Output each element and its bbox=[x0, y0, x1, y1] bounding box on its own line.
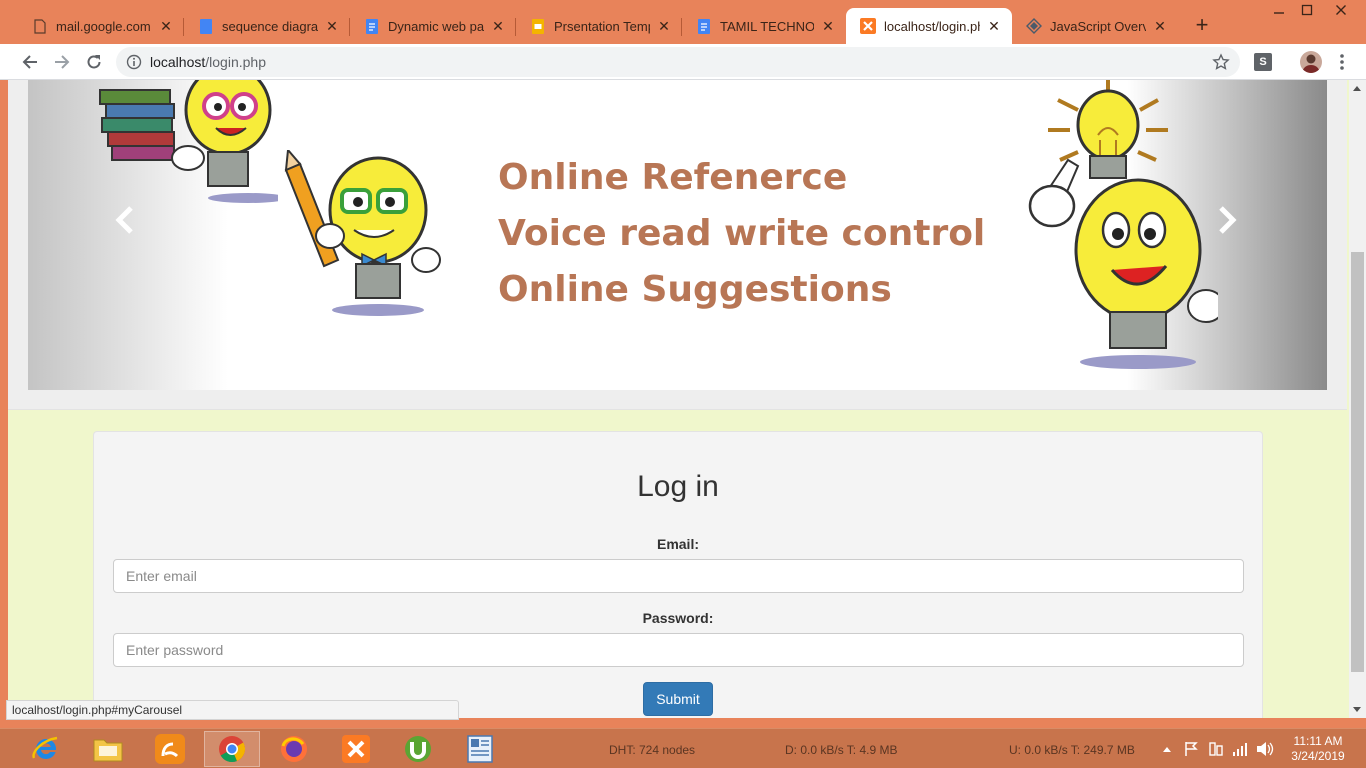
submit-button[interactable]: Submit bbox=[643, 682, 713, 716]
xampp-icon[interactable] bbox=[328, 731, 384, 767]
js-icon bbox=[1026, 18, 1042, 34]
caption-line-3: Online Suggestions bbox=[498, 269, 892, 310]
slides-icon bbox=[530, 18, 546, 34]
more-menu-icon[interactable] bbox=[1334, 52, 1350, 72]
bulb-idea-illustration bbox=[1028, 80, 1218, 369]
wordpad-icon[interactable] bbox=[452, 731, 508, 767]
tab-title: Prsentation Template bbox=[554, 18, 650, 34]
close-icon[interactable]: ✕ bbox=[656, 18, 672, 34]
utorrent-icon[interactable] bbox=[390, 731, 446, 767]
close-icon[interactable]: ✕ bbox=[158, 18, 174, 34]
tab-title: sequence diagram bbox=[222, 18, 318, 34]
taskbar: DHT: 724 nodes D: 0.0 kB/s T: 4.9 MB U: … bbox=[0, 728, 1366, 768]
close-icon[interactable]: ✕ bbox=[1152, 18, 1168, 34]
reload-icon[interactable] bbox=[82, 50, 106, 74]
firefox-icon[interactable] bbox=[266, 731, 322, 767]
volume-icon[interactable] bbox=[1256, 739, 1274, 759]
minimize-icon[interactable] bbox=[1264, 2, 1294, 22]
upload-status: U: 0.0 kB/s T: 249.7 MB bbox=[1009, 743, 1135, 757]
close-icon[interactable]: ✕ bbox=[324, 18, 340, 34]
avatar[interactable] bbox=[1300, 51, 1322, 73]
tab-title: TAMIL TECHNO-LE bbox=[720, 18, 814, 34]
carousel-next-button[interactable] bbox=[1212, 200, 1242, 240]
chevron-right-icon bbox=[1219, 206, 1237, 234]
file-explorer-icon[interactable] bbox=[80, 731, 136, 767]
tab-javascript-overview[interactable]: JavaScript Overview ✕ bbox=[1012, 10, 1178, 42]
password-label: Password: bbox=[642, 610, 714, 626]
address-bar[interactable]: localhost/login.php bbox=[116, 47, 1240, 77]
uc-browser-icon[interactable] bbox=[142, 731, 198, 767]
tab-title: JavaScript Overview bbox=[1050, 18, 1146, 34]
email-field[interactable] bbox=[113, 559, 1244, 593]
tab-title: Dynamic web page bbox=[388, 18, 484, 34]
tray-expand-icon[interactable] bbox=[1162, 739, 1172, 759]
bulb-with-books-illustration bbox=[99, 80, 278, 203]
bookmark-star-icon[interactable] bbox=[1212, 53, 1230, 71]
tab-title: localhost/login.php bbox=[884, 18, 980, 34]
caption-line-2: Voice read write control bbox=[498, 213, 986, 254]
dht-status: DHT: 724 nodes bbox=[609, 743, 696, 757]
tab-localhost-login[interactable]: localhost/login.php ✕ bbox=[846, 8, 1012, 44]
network-device-icon[interactable] bbox=[1208, 739, 1224, 759]
xampp-icon bbox=[860, 18, 876, 34]
url-path: /login.php bbox=[205, 54, 266, 70]
page-scrollbar[interactable] bbox=[1349, 80, 1366, 718]
page-icon bbox=[32, 18, 48, 34]
chrome-icon[interactable] bbox=[204, 731, 260, 767]
new-tab-button[interactable]: + bbox=[1190, 14, 1214, 38]
window-close-icon[interactable] bbox=[1326, 2, 1356, 22]
doc-icon bbox=[364, 18, 380, 34]
maximize-icon[interactable] bbox=[1292, 2, 1322, 22]
browser-toolbar: localhost/login.php S bbox=[0, 44, 1366, 80]
clock-time: 11:11 AM bbox=[1293, 734, 1343, 748]
carousel-container: Online Refenerce Voice read write contro… bbox=[8, 80, 1347, 410]
link-status-bubble: localhost/login.php#myCarousel bbox=[6, 700, 459, 720]
close-icon[interactable]: ✕ bbox=[986, 18, 1002, 34]
email-label: Email: bbox=[656, 536, 699, 552]
scroll-thumb[interactable] bbox=[1351, 252, 1364, 672]
page-title: Log in bbox=[637, 470, 719, 503]
scroll-down-icon[interactable] bbox=[1353, 707, 1361, 712]
clock-date: 3/24/2019 bbox=[1291, 749, 1345, 763]
tab-title: mail.google.com bbox=[56, 18, 151, 34]
tab-presentation-template[interactable]: Prsentation Template ✕ bbox=[516, 10, 682, 42]
internet-explorer-icon[interactable] bbox=[18, 731, 74, 767]
tab-tamil-techno[interactable]: TAMIL TECHNO-LE ✕ bbox=[682, 10, 846, 42]
carousel-prev-button[interactable] bbox=[110, 200, 140, 240]
carousel: Online Refenerce Voice read write contro… bbox=[28, 80, 1327, 390]
back-icon[interactable] bbox=[18, 50, 42, 74]
doc-icon bbox=[198, 18, 214, 34]
password-field[interactable] bbox=[113, 633, 1244, 667]
forward-icon[interactable] bbox=[50, 50, 74, 74]
info-icon[interactable] bbox=[126, 54, 142, 70]
doc-icon bbox=[696, 18, 712, 34]
chevron-left-icon bbox=[115, 206, 133, 234]
close-icon[interactable]: ✕ bbox=[490, 18, 506, 34]
url-text: localhost/login.php bbox=[150, 54, 266, 70]
tab-dynamic-web-page[interactable]: Dynamic web page ✕ bbox=[350, 10, 516, 42]
close-icon[interactable]: ✕ bbox=[820, 18, 836, 34]
extension-button[interactable]: S bbox=[1254, 53, 1272, 71]
bulb-with-pencil-illustration bbox=[284, 150, 441, 316]
download-status: D: 0.0 kB/s T: 4.9 MB bbox=[785, 743, 898, 757]
login-form: Log in Email: Password: Submit bbox=[93, 431, 1263, 718]
caption-line-1: Online Refenerce bbox=[498, 157, 848, 198]
tab-strip: mail.google.com ✕ sequence diagram ✕ Dyn… bbox=[0, 0, 1366, 44]
url-host: localhost bbox=[150, 54, 206, 70]
page-viewport: Online Refenerce Voice read write contro… bbox=[8, 80, 1349, 718]
system-clock[interactable]: 11:11 AM 3/24/2019 bbox=[1280, 734, 1356, 764]
tab-sequence-diagram[interactable]: sequence diagram ✕ bbox=[184, 10, 350, 42]
scroll-up-icon[interactable] bbox=[1353, 86, 1361, 91]
signal-bars-icon[interactable] bbox=[1232, 739, 1248, 759]
action-center-flag-icon[interactable] bbox=[1184, 739, 1198, 759]
carousel-caption: Online Refenerce Voice read write contro… bbox=[498, 150, 985, 318]
tab-mail[interactable]: mail.google.com ✕ bbox=[18, 10, 184, 42]
